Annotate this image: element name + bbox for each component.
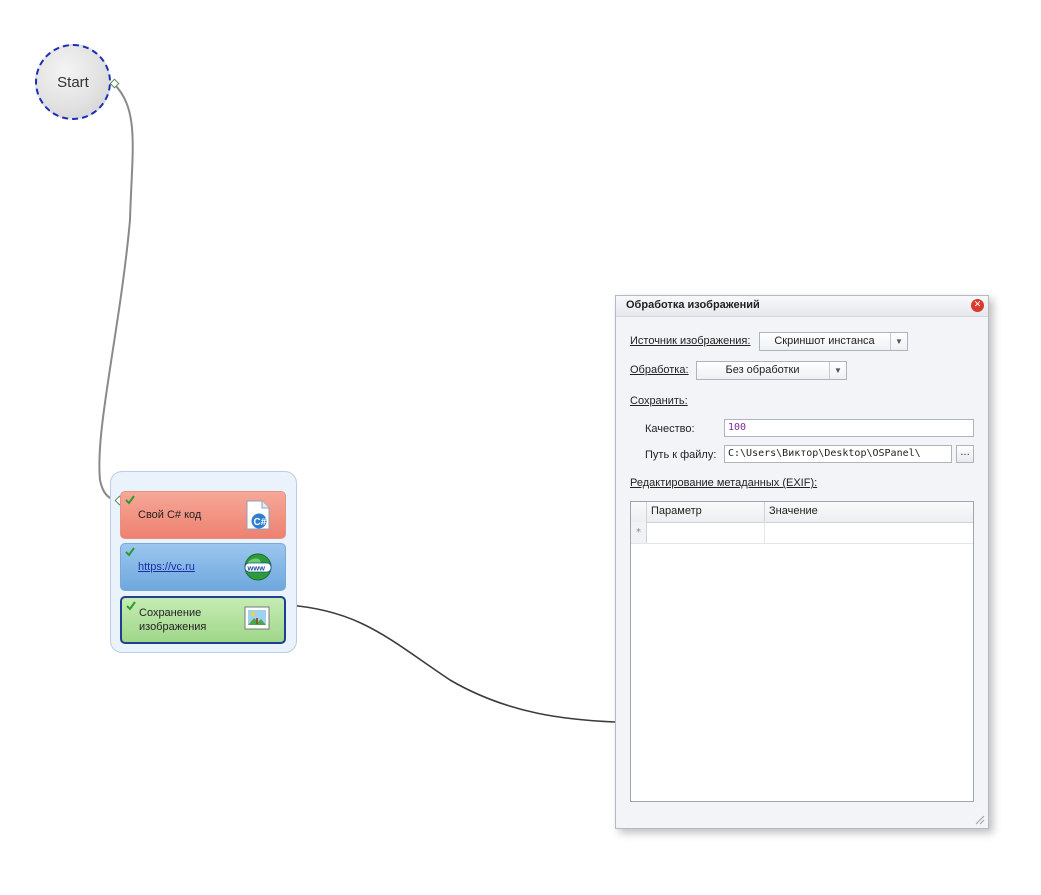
exif-label: Редактирование метаданных (EXIF): <box>630 477 818 489</box>
block-label: Свой C# код <box>138 509 202 521</box>
image-processing-dialog[interactable]: Обработка изображений ✕ Источник изображ… <box>615 295 989 829</box>
processing-value: Без обработки <box>725 364 800 376</box>
image-source-value: Скриншот инстанса <box>774 335 875 347</box>
column-header-value[interactable]: Значение <box>765 502 973 522</box>
grid-header-corner <box>631 502 647 522</box>
block-label-line2: изображения <box>139 621 207 633</box>
file-path-input[interactable]: C:\Users\Виктор\Desktop\OSPanel\ <box>724 445 952 463</box>
picture-icon <box>244 606 270 630</box>
grid-new-row[interactable]: * <box>631 522 973 544</box>
exif-grid[interactable]: Параметр Значение * <box>630 501 974 802</box>
start-node[interactable]: Start <box>35 44 111 120</box>
image-source-label: Источник изображения: <box>630 335 751 347</box>
grid-header: Параметр Значение <box>631 502 973 523</box>
check-icon <box>125 495 135 505</box>
new-row-value-cell[interactable] <box>765 522 973 543</box>
csharp-file-icon: C# <box>246 500 270 530</box>
start-to-code-wire <box>98 83 134 501</box>
block-label-line1: Сохранение <box>139 607 202 619</box>
csharp-code-block[interactable]: Свой C# код C# <box>120 491 286 539</box>
image-source-select[interactable]: Скриншот инстанса ▼ <box>759 332 908 351</box>
file-path-label: Путь к файлу: <box>645 449 717 461</box>
close-icon[interactable]: ✕ <box>971 299 984 312</box>
navigate-url-block[interactable]: https://vc.ru www <box>120 543 286 591</box>
browse-button[interactable]: ... <box>956 445 974 463</box>
resize-grip-icon[interactable] <box>973 813 985 825</box>
quality-label: Качество: <box>645 423 695 435</box>
new-row-marker: * <box>631 522 647 543</box>
save-image-block[interactable]: Сохранение изображения <box>120 596 286 644</box>
www-globe-icon: www <box>244 553 272 581</box>
check-icon <box>125 547 135 557</box>
chevron-down-icon[interactable]: ▼ <box>829 362 846 379</box>
column-header-parameter[interactable]: Параметр <box>647 502 765 522</box>
check-icon <box>126 601 136 611</box>
chevron-down-icon[interactable]: ▼ <box>890 333 907 350</box>
quality-input[interactable]: 100 <box>724 419 974 437</box>
svg-text:www: www <box>247 564 266 573</box>
url-link[interactable]: https://vc.ru <box>138 561 195 574</box>
new-row-parameter-cell[interactable] <box>647 522 765 543</box>
svg-text:C#: C# <box>254 517 267 528</box>
start-label: Start <box>57 73 89 91</box>
save-to-dialog-wire <box>286 604 616 723</box>
processing-select[interactable]: Без обработки ▼ <box>696 361 847 380</box>
save-section-label: Сохранить: <box>630 395 688 407</box>
dialog-title: Обработка изображений <box>626 299 760 311</box>
processing-label: Обработка: <box>630 364 689 376</box>
